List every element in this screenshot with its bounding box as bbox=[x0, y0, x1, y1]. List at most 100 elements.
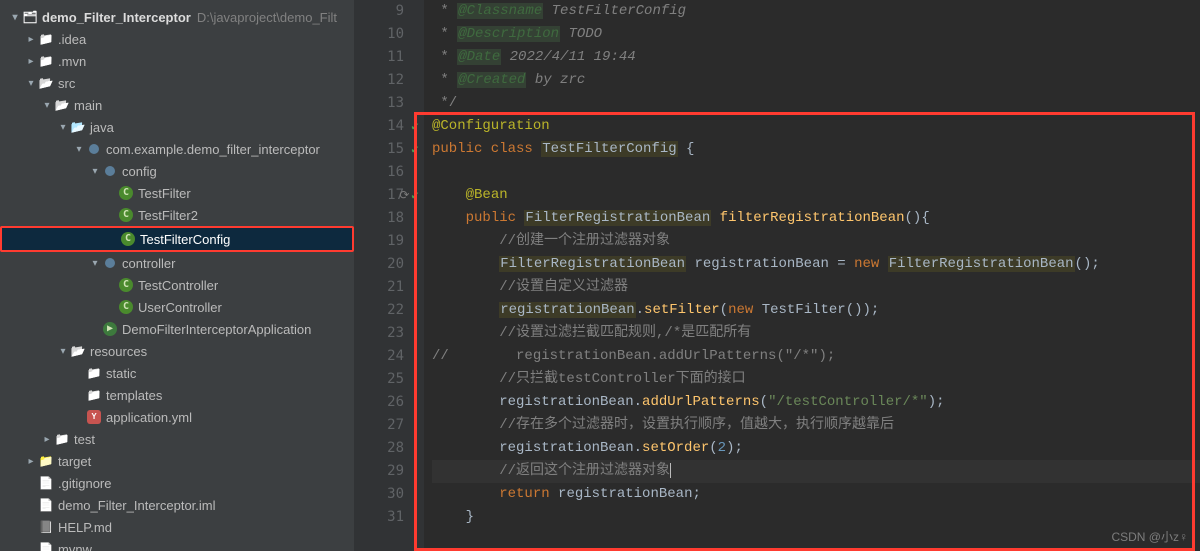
tree-node-testcontroller[interactable]: CTestController bbox=[0, 274, 354, 296]
line-number: 26 bbox=[354, 391, 404, 414]
class-icon: C bbox=[118, 207, 134, 223]
line-number: 25 bbox=[354, 368, 404, 391]
line-number: 27 bbox=[354, 414, 404, 437]
code-line[interactable]: //设置自定义过滤器 bbox=[432, 276, 1200, 299]
expand-arrow[interactable]: ▾ bbox=[72, 144, 86, 155]
yml-icon: Y bbox=[86, 409, 102, 425]
line-number: 17 bbox=[354, 184, 404, 207]
tree-node-com-example-demo-filter-interceptor[interactable]: ▾com.example.demo_filter_interceptor bbox=[0, 138, 354, 160]
tree-label: .gitignore bbox=[58, 476, 111, 491]
tree-node-test[interactable]: ▸ test bbox=[0, 428, 354, 450]
tree-node-demo-filter-interceptor[interactable]: ▾🗂demo_Filter_InterceptorD:\javaproject\… bbox=[0, 6, 354, 28]
file-icon bbox=[38, 475, 54, 491]
tree-label: TestFilter bbox=[138, 186, 191, 201]
code-line[interactable]: return registrationBean; bbox=[432, 483, 1200, 506]
tree-node--mvn[interactable]: ▸.mvn bbox=[0, 50, 354, 72]
tree-node-application-yml[interactable]: Yapplication.yml bbox=[0, 406, 354, 428]
code-line[interactable]: //存在多个过滤器时，设置执行顺序，值越大，执行顺序越靠后 bbox=[432, 414, 1200, 437]
file-icon bbox=[38, 497, 54, 513]
expand-arrow[interactable]: ▾ bbox=[88, 166, 102, 177]
code-line[interactable] bbox=[432, 161, 1200, 184]
line-number: 9 bbox=[354, 0, 404, 23]
tree-node-target[interactable]: ▸target bbox=[0, 450, 354, 472]
expand-arrow[interactable]: ▸ bbox=[40, 434, 54, 445]
expand-arrow[interactable]: ▾ bbox=[8, 12, 22, 23]
class-icon: C bbox=[118, 185, 134, 201]
line-number: 23 bbox=[354, 322, 404, 345]
tree-node--idea[interactable]: ▸ .idea bbox=[0, 28, 354, 50]
selection-highlight: CTestFilterConfig bbox=[0, 226, 354, 252]
expand-arrow[interactable]: ▸ bbox=[24, 456, 38, 467]
tree-node-mvnw[interactable]: mvnw bbox=[0, 538, 354, 551]
code-line[interactable]: @Bean bbox=[432, 184, 1200, 207]
class-icon: C bbox=[118, 299, 134, 315]
code-line[interactable]: * @Created by zrc bbox=[432, 69, 1200, 92]
code-line[interactable]: //只拦截testController下面的接口 bbox=[432, 368, 1200, 391]
tree-node-templates[interactable]: templates bbox=[0, 384, 354, 406]
class-icon: C bbox=[120, 231, 136, 247]
tree-label: test bbox=[74, 432, 95, 447]
tree-node-config[interactable]: ▾ config bbox=[0, 160, 354, 182]
code-editor[interactable]: 9101112131415161718192021222324252627282… bbox=[354, 0, 1200, 551]
tree-node-resources[interactable]: ▾resources bbox=[0, 340, 354, 362]
gutter-mark-icon[interactable] bbox=[394, 188, 424, 202]
code-line[interactable]: //创建一个注册过滤器对象 bbox=[432, 230, 1200, 253]
expand-arrow[interactable]: ▾ bbox=[56, 346, 70, 357]
gutter-mark-icon[interactable] bbox=[408, 119, 422, 133]
expand-arrow[interactable]: ▾ bbox=[56, 122, 70, 133]
code-line[interactable]: * @Classname TestFilterConfig bbox=[432, 0, 1200, 23]
tree-label: mvnw bbox=[58, 542, 92, 551]
folder-open-icon bbox=[38, 75, 54, 91]
code-line[interactable]: registrationBean.addUrlPatterns("/testCo… bbox=[432, 391, 1200, 414]
code-line[interactable]: registrationBean.setFilter(new TestFilte… bbox=[432, 299, 1200, 322]
code-line[interactable]: @Configuration bbox=[432, 115, 1200, 138]
line-number: 31 bbox=[354, 506, 404, 529]
code-line[interactable]: // registrationBean.addUrlPatterns("/*")… bbox=[432, 345, 1200, 368]
expand-arrow[interactable]: ▾ bbox=[40, 100, 54, 111]
package-icon bbox=[102, 163, 118, 179]
tree-label: config bbox=[122, 164, 157, 179]
tree-label: main bbox=[74, 98, 102, 113]
code-line[interactable]: } bbox=[432, 506, 1200, 529]
folder-open-icon bbox=[70, 343, 86, 359]
code-area[interactable]: * @Classname TestFilterConfig * @Descrip… bbox=[424, 0, 1200, 551]
line-number: 30 bbox=[354, 483, 404, 506]
tree-node-java[interactable]: ▾java bbox=[0, 116, 354, 138]
tree-node-demofilterinterceptorapplication[interactable]: ▶DemoFilterInterceptorApplication bbox=[0, 318, 354, 340]
gutter-mark-icon[interactable] bbox=[408, 142, 422, 156]
tree-node-demo-filter-interceptor-iml[interactable]: demo_Filter_Interceptor.iml bbox=[0, 494, 354, 516]
tree-node-testfilterconfig[interactable]: CTestFilterConfig bbox=[2, 228, 352, 250]
tree-node-testfilter[interactable]: C TestFilter bbox=[0, 182, 354, 204]
tree-label: HELP.md bbox=[58, 520, 112, 535]
tree-node-usercontroller[interactable]: CUserController bbox=[0, 296, 354, 318]
tree-node-main[interactable]: ▾ main bbox=[0, 94, 354, 116]
expand-arrow[interactable]: ▸ bbox=[24, 56, 38, 67]
code-line[interactable]: * @Description TODO bbox=[432, 23, 1200, 46]
tree-label: .idea bbox=[58, 32, 86, 47]
expand-arrow[interactable]: ▸ bbox=[24, 34, 38, 45]
expand-arrow[interactable]: ▾ bbox=[24, 78, 38, 89]
tree-label: TestController bbox=[138, 278, 218, 293]
tree-node-controller[interactable]: ▾controller bbox=[0, 252, 354, 274]
tree-node-testfilter2[interactable]: CTestFilter2 bbox=[0, 204, 354, 226]
tree-node-src[interactable]: ▾src bbox=[0, 72, 354, 94]
code-line[interactable]: * @Date 2022/4/11 19:44 bbox=[432, 46, 1200, 69]
tree-node-static[interactable]: static bbox=[0, 362, 354, 384]
code-line[interactable]: //返回这个注册过滤器对象 bbox=[432, 460, 1200, 483]
code-line[interactable]: public FilterRegistrationBean filterRegi… bbox=[432, 207, 1200, 230]
code-line[interactable]: public class TestFilterConfig { bbox=[432, 138, 1200, 161]
code-line[interactable]: registrationBean.setOrder(2); bbox=[432, 437, 1200, 460]
tree-label: static bbox=[106, 366, 136, 381]
code-line[interactable]: FilterRegistrationBean registrationBean … bbox=[432, 253, 1200, 276]
markdown-icon bbox=[38, 519, 54, 535]
tree-node-help-md[interactable]: HELP.md bbox=[0, 516, 354, 538]
line-number: 29 bbox=[354, 460, 404, 483]
project-icon: 🗂 bbox=[22, 9, 38, 25]
code-line[interactable]: //设置过滤拦截匹配规则,/*是匹配所有 bbox=[432, 322, 1200, 345]
line-number: 24 bbox=[354, 345, 404, 368]
project-tree[interactable]: ▾🗂demo_Filter_InterceptorD:\javaproject\… bbox=[0, 0, 354, 551]
tree-node--gitignore[interactable]: .gitignore bbox=[0, 472, 354, 494]
line-number: 28 bbox=[354, 437, 404, 460]
expand-arrow[interactable]: ▾ bbox=[88, 258, 102, 269]
code-line[interactable]: */ bbox=[432, 92, 1200, 115]
